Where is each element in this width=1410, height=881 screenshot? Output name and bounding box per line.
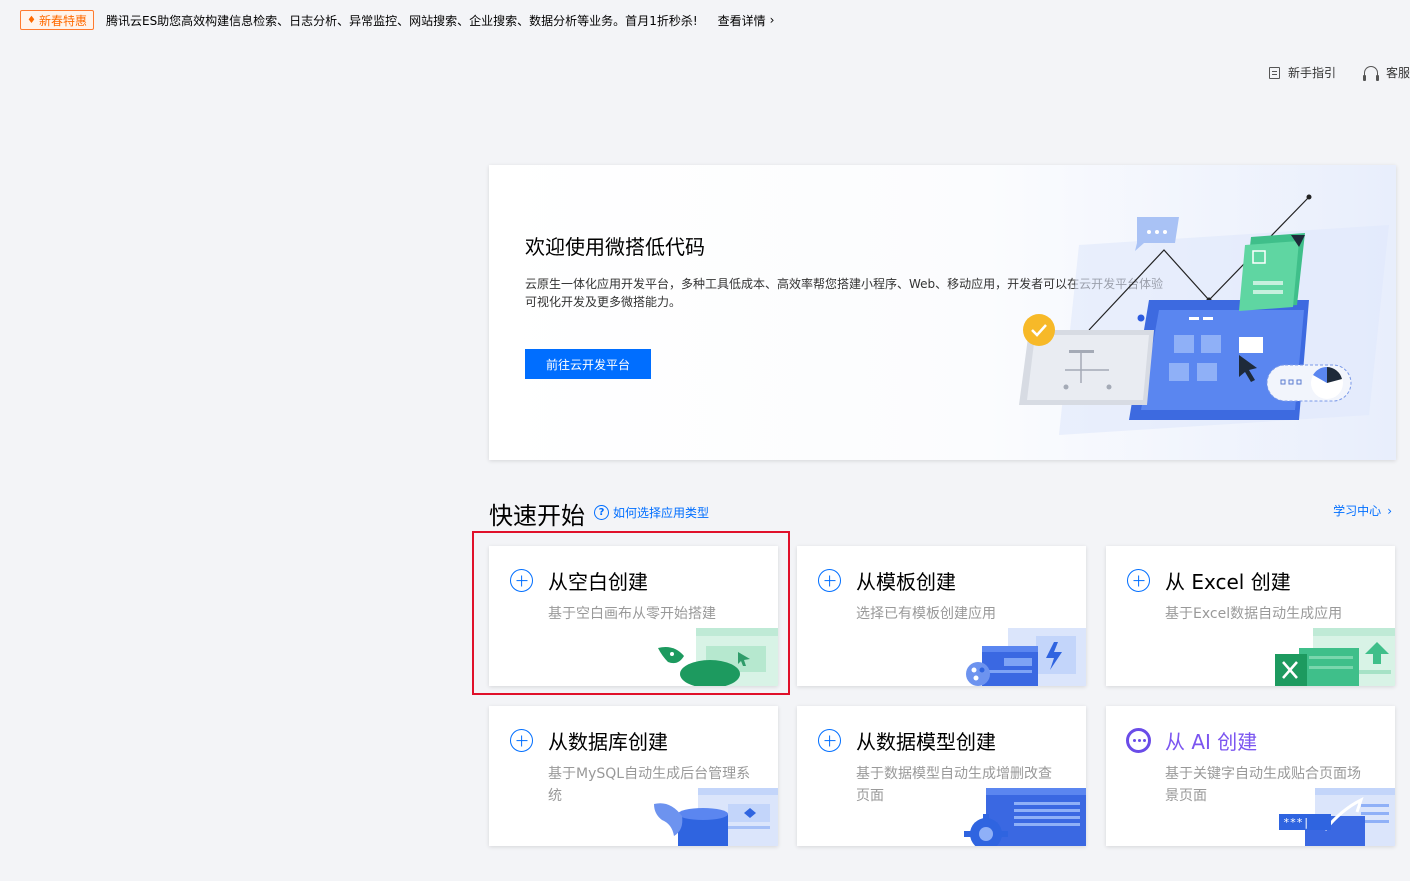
- database-illustration: [654, 788, 778, 846]
- password-placeholder-text: ***|: [1283, 816, 1310, 829]
- document-icon: [1268, 66, 1280, 79]
- card-description: 选择已有模板创建应用: [856, 606, 996, 622]
- blank-canvas-illustration: [658, 628, 778, 686]
- create-from-data-model-card[interactable]: 从数据模型创建 基于数据模型自动生成增删改查页面: [797, 706, 1086, 846]
- excel-illustration: [1275, 628, 1395, 686]
- app-type-help-label: 如何选择应用类型: [613, 506, 710, 520]
- promo-text: 腾讯云ES助您高效构建信息检索、日志分析、异常监控、网站搜索、企业搜索、数据分析…: [105, 13, 698, 28]
- customer-service-label: 客服: [1385, 66, 1410, 80]
- card-description: 基于空白画布从零开始搭建: [548, 606, 716, 622]
- promo-details-link[interactable]: 查看详情 ›: [718, 12, 775, 29]
- plus-circle-icon: [1127, 569, 1150, 592]
- plus-circle-icon: [818, 569, 841, 592]
- card-title: 从模板创建: [856, 570, 956, 594]
- card-title: 从 AI 创建: [1165, 730, 1258, 754]
- quick-start-title: 快速开始: [489, 502, 585, 530]
- welcome-card: 欢迎使用微搭低代码 云原生一体化应用开发平台，多种工具低成本、高效率帮您搭建小程…: [489, 165, 1396, 460]
- flame-icon: ♦: [27, 14, 36, 26]
- create-from-database-card[interactable]: 从数据库创建 基于MySQL自动生成后台管理系统: [489, 706, 778, 846]
- welcome-title: 欢迎使用微搭低代码: [525, 235, 705, 259]
- question-icon: ?: [594, 505, 609, 520]
- plus-circle-icon: [510, 569, 533, 592]
- card-title: 从数据模型创建: [856, 730, 996, 754]
- create-from-template-card[interactable]: 从模板创建 选择已有模板创建应用: [797, 546, 1086, 686]
- top-links: 新手指引 客服: [1268, 64, 1410, 81]
- template-illustration: [966, 628, 1086, 686]
- create-from-excel-card[interactable]: 从 Excel 创建 基于Excel数据自动生成应用: [1106, 546, 1395, 686]
- go-to-cloudbase-button[interactable]: 前往云开发平台: [525, 349, 651, 379]
- welcome-desc-line2: 可视化开发及更多微搭能力。: [525, 295, 682, 309]
- app-type-help-link[interactable]: ? 如何选择应用类型: [594, 504, 709, 521]
- promo-tag: ♦ 新春特惠: [20, 10, 94, 30]
- card-title: 从空白创建: [548, 570, 648, 594]
- customer-service-link[interactable]: 客服: [1362, 64, 1410, 81]
- beginner-guide-label: 新手指引: [1287, 66, 1336, 80]
- ai-robot-icon: [1126, 728, 1151, 753]
- ai-illustration: ***|: [1279, 788, 1395, 846]
- welcome-illustration: [1019, 194, 1389, 435]
- card-description: 基于Excel数据自动生成应用: [1165, 606, 1343, 622]
- card-title: 从 Excel 创建: [1165, 570, 1291, 594]
- chevron-right-icon: ›: [769, 13, 775, 27]
- create-from-ai-card[interactable]: 从 AI 创建 基于关键字自动生成贴合页面场景页面 ***|: [1106, 706, 1395, 846]
- learning-center-link[interactable]: 学习中心 ›: [1333, 502, 1392, 519]
- card-title: 从数据库创建: [548, 730, 668, 754]
- chevron-right-icon: ›: [1387, 503, 1392, 518]
- plus-circle-icon: [818, 729, 841, 752]
- promo-details-label: 查看详情: [717, 13, 766, 28]
- headset-icon: [1362, 66, 1379, 81]
- create-from-blank-card[interactable]: 从空白创建 基于空白画布从零开始搭建: [489, 546, 778, 686]
- learning-center-label: 学习中心: [1333, 504, 1382, 518]
- promo-banner: ♦ 新春特惠 腾讯云ES助您高效构建信息检索、日志分析、异常监控、网站搜索、企业…: [0, 0, 1410, 40]
- promo-tag-label: 新春特惠: [38, 13, 87, 28]
- beginner-guide-link[interactable]: 新手指引: [1268, 64, 1336, 81]
- plus-circle-icon: [510, 729, 533, 752]
- data-model-illustration: [964, 788, 1086, 846]
